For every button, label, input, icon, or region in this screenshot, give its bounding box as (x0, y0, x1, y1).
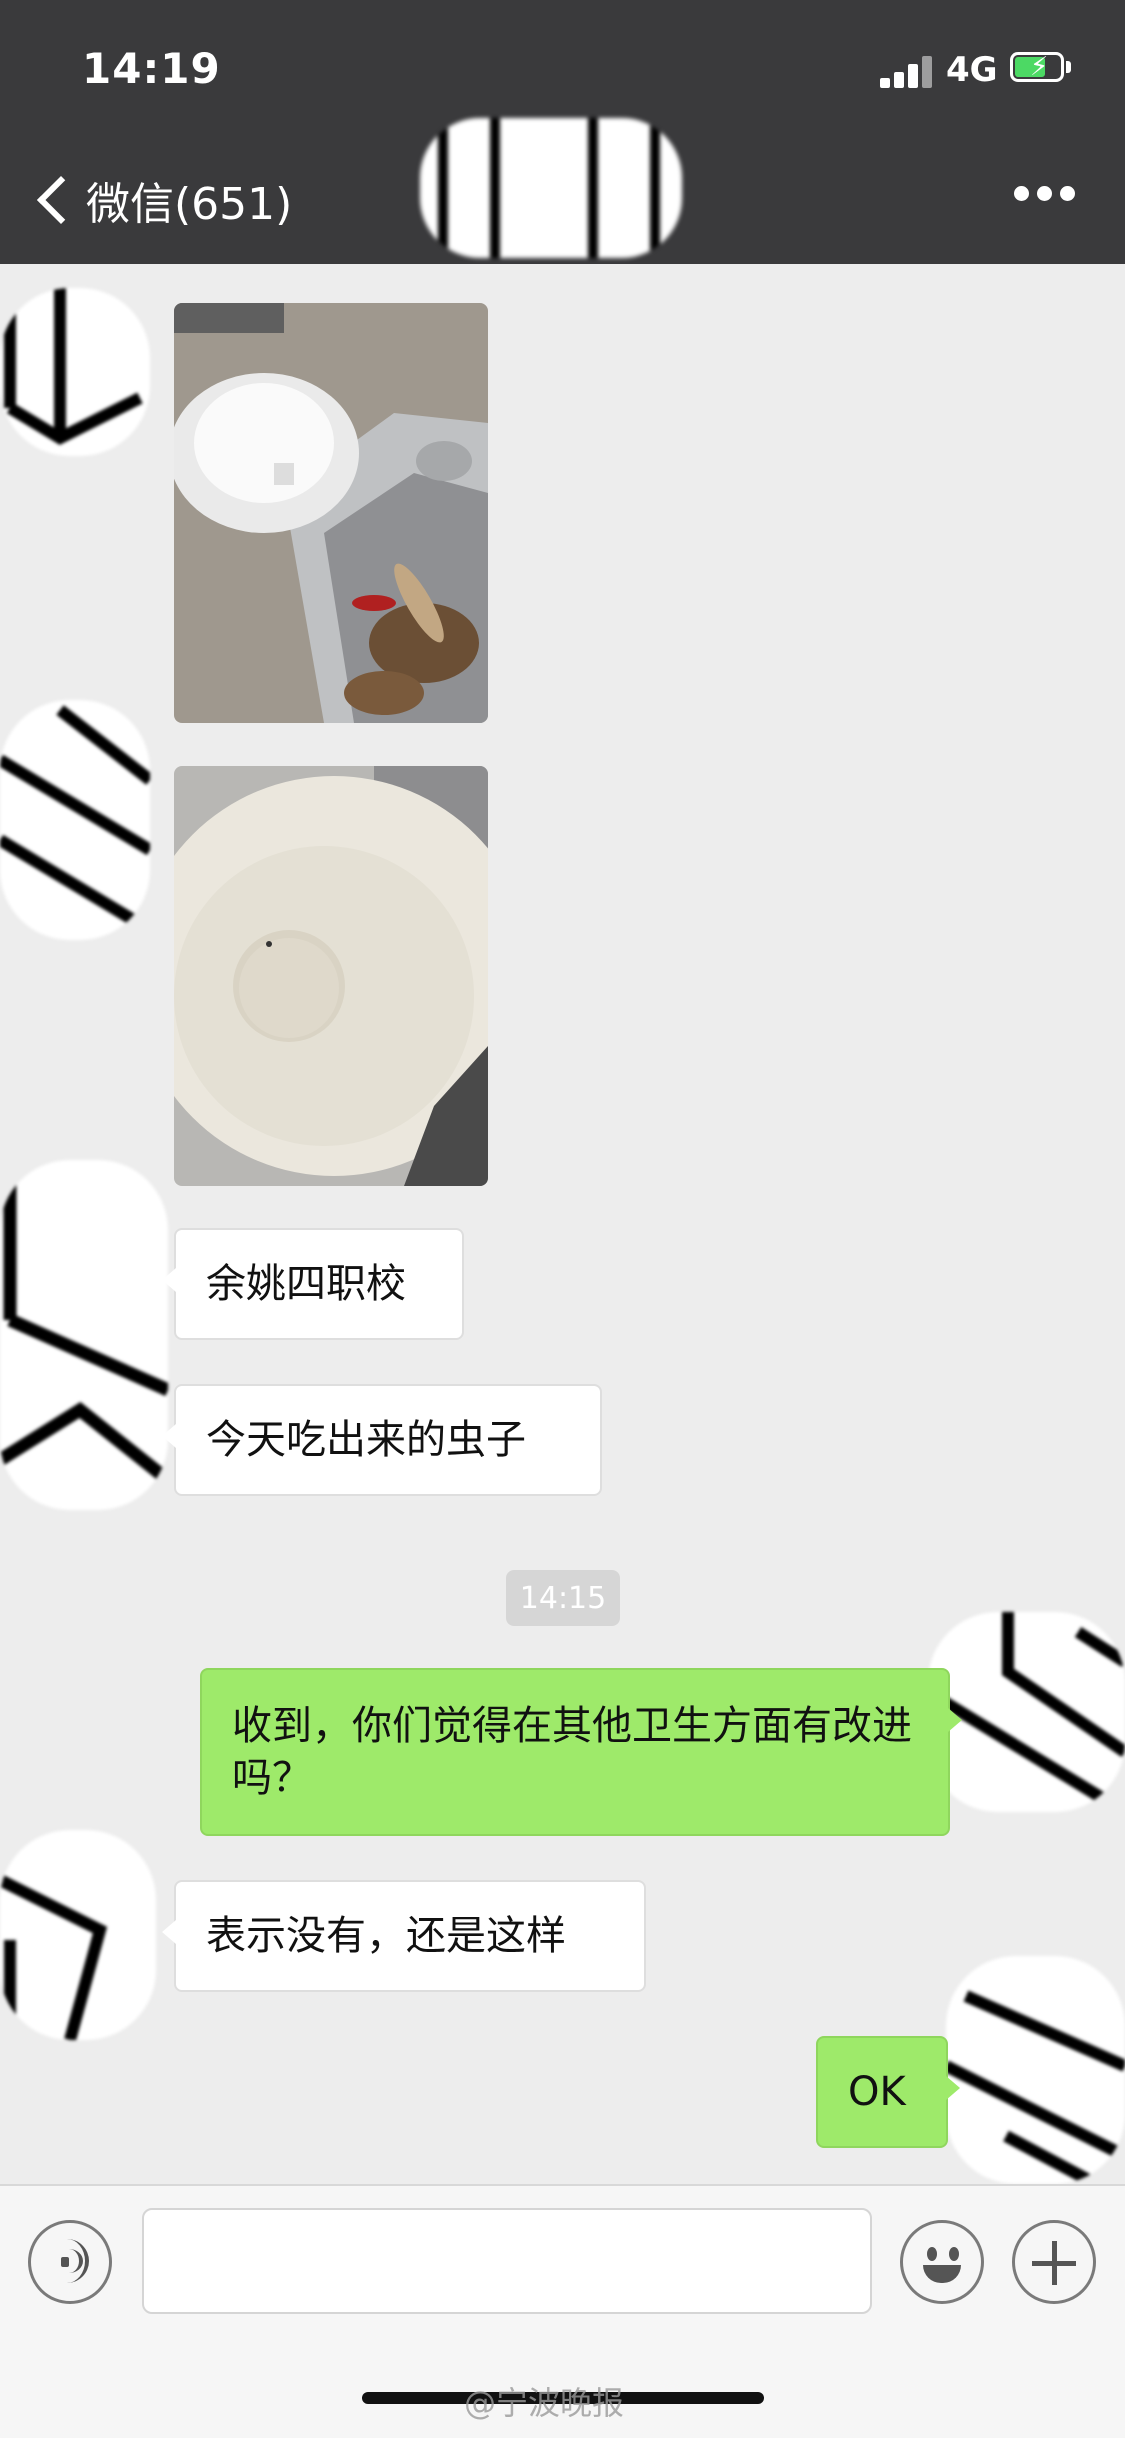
avatar[interactable] (0, 700, 150, 940)
back-label: 微信(651) (86, 179, 293, 230)
image-message[interactable] (174, 766, 488, 1186)
top-bar: 14:19 4G ⚡ 微信(651) (0, 0, 1125, 264)
message-text: 今天吃出来的虫子 (206, 1417, 526, 1463)
back-button[interactable]: 微信(651) (30, 168, 292, 232)
timestamp-divider: 14:15 (506, 1570, 620, 1626)
message-text: 余姚四职校 (206, 1261, 406, 1307)
message-text: OK (848, 2069, 906, 2115)
chevron-left-icon (36, 175, 86, 225)
message-bubble-received[interactable]: 今天吃出来的虫子 (162, 1384, 602, 1496)
message-bubble-received[interactable]: 表示没有，还是这样 (162, 1880, 646, 1992)
message-bubble-sent[interactable]: 收到，你们觉得在其他卫生方面有改进吗？ (200, 1668, 962, 1836)
avatar[interactable] (0, 1160, 168, 1510)
image-message[interactable] (174, 303, 488, 723)
plus-icon[interactable] (1012, 2220, 1096, 2304)
watermark: @宁波晚报 (464, 2384, 625, 2422)
signal-icon (880, 54, 932, 88)
voice-icon[interactable] (28, 2220, 112, 2304)
emoji-icon[interactable] (900, 2220, 984, 2304)
more-options-button[interactable] (1014, 186, 1075, 201)
battery-icon: ⚡ (1010, 52, 1071, 84)
message-text: 收到，你们觉得在其他卫生方面有改进吗？ (232, 1703, 912, 1801)
message-input[interactable] (142, 2208, 872, 2314)
message-text: 表示没有，还是这样 (206, 1913, 566, 1959)
status-time: 14:19 (82, 44, 221, 93)
avatar[interactable] (0, 1830, 156, 2040)
message-bubble-sent[interactable]: OK (816, 2036, 960, 2148)
message-bubble-received[interactable]: 余姚四职校 (162, 1228, 464, 1340)
avatar[interactable] (0, 288, 150, 456)
network-type: 4G (946, 50, 998, 90)
chat-title-redacted (420, 118, 682, 258)
avatar[interactable] (946, 1956, 1125, 2184)
